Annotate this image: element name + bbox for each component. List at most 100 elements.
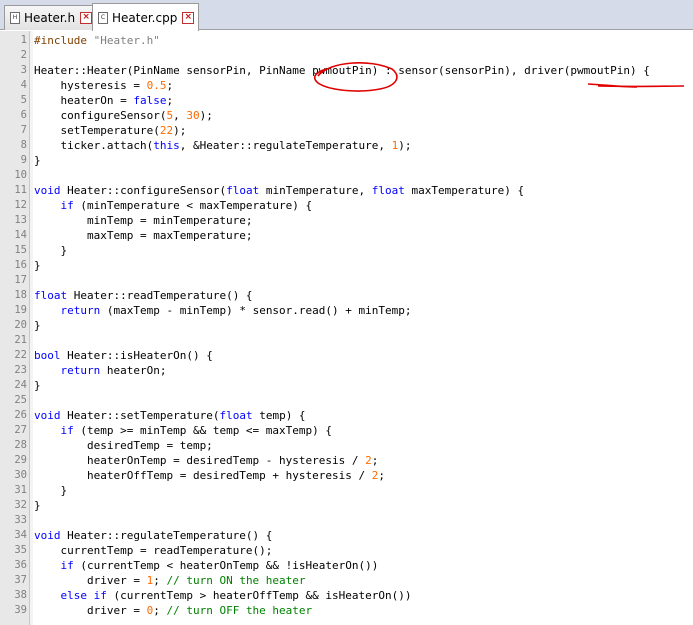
code-text: return heaterOn; [34,363,167,378]
code-line: 35 currentTemp = readTemperature(); [0,543,693,558]
code-line: 17 [0,273,693,288]
code-text: void Heater::configureSensor(float minTe… [34,183,524,198]
code-token: currentTemp = readTemperature(); [34,544,273,557]
code-line: 24} [0,378,693,393]
line-number: 11 [14,184,27,196]
code-token: maxTemperature) { [404,184,525,197]
code-line: 23 return heaterOn; [0,363,693,378]
code-text: if (currentTemp < heaterOnTemp && !isHea… [34,558,379,573]
code-token: } [34,379,41,392]
code-line: 9} [0,153,693,168]
code-line: 32} [0,498,693,513]
code-text: setTemperature(22); [34,123,186,138]
code-line: 39 driver = 0; // turn OFF the heater [0,603,693,618]
code-text: heaterOnTemp = desiredTemp - hysteresis … [34,453,378,468]
line-number: 9 [20,154,27,166]
tab-label: Heater.h [24,11,76,25]
line-number: 31 [14,484,27,496]
code-text: else if (currentTemp > heaterOffTemp && … [34,588,412,603]
code-token: bool [34,349,61,362]
close-icon[interactable]: × [80,12,93,24]
code-line: 28 desiredTemp = temp; [0,438,693,453]
code-token: float [34,289,68,302]
code-line: 22 bool Heater::isHeaterOn() { [0,348,693,363]
code-token: (currentTemp < heaterOnTemp && !isHeater… [73,559,379,572]
close-icon[interactable]: × [182,11,195,24]
line-number: 24 [14,379,27,391]
code-token: } [34,319,41,332]
code-token: ; [378,469,386,482]
code-token: heaterOn; [100,364,167,377]
line-number: 37 [14,574,27,586]
line-number: 2 [20,49,27,61]
line-number: 28 [14,439,27,451]
line-number: 17 [14,274,27,286]
code-line: 7 setTemperature(22); [0,123,693,138]
code-token: 22 [159,124,174,137]
line-number: 30 [14,469,27,481]
code-line: 33 [0,513,693,528]
code-text: bool Heater::isHeaterOn() { [34,348,213,363]
code-token: ); [173,124,187,137]
code-token: } [34,259,41,272]
code-token: ; [166,94,174,107]
code-token: void [34,409,61,422]
code-line: 18 float Heater::readTemperature() { [0,288,693,303]
code-token: minTemp = minTemperature; [34,214,253,227]
code-line: 25 [0,393,693,408]
code-token: Heater::regulateTemperature() { [60,529,273,542]
code-token: desiredTemp = temp; [34,439,213,452]
code-token: if [60,559,74,572]
code-token: float [371,184,405,197]
code-token: ); [199,109,213,122]
code-token: (maxTemp - minTemp) * sensor.read() + mi… [100,304,412,317]
code-line: 4 hysteresis = 0.5; [0,78,693,93]
code-line: 20} [0,318,693,333]
line-number: 4 [20,79,27,91]
code-text: if (temp >= minTemp && temp <= maxTemp) … [34,423,333,438]
code-token: ticker.attach( [34,139,154,152]
code-line: 16} [0,258,693,273]
code-line: 5 heaterOn = false; [0,93,693,108]
line-number: 12 [14,199,27,211]
code-text: Heater::Heater(PinName sensorPin, PinNam… [34,63,650,78]
code-token: ); [398,139,412,152]
code-line: 27 if (temp >= minTemp && temp <= maxTem… [0,423,693,438]
line-number: 1 [20,34,27,46]
tab-heater-h[interactable]: H Heater.h × [4,5,98,30]
code-text: } [34,153,41,168]
code-token: float [219,409,253,422]
line-number: 34 [14,529,27,541]
code-line: 6 configureSensor(5, 30); [0,108,693,123]
code-token: } [34,154,41,167]
code-token: minTemperature, [259,184,372,197]
code-line: 21 [0,333,693,348]
code-line: 19 return (maxTemp - minTemp) * sensor.r… [0,303,693,318]
code-token: if [60,199,74,212]
code-line: 14 maxTemp = maxTemperature; [0,228,693,243]
code-token: Heater::configureSensor( [60,184,227,197]
code-line: 3 Heater::Heater(PinName sensorPin, PinNa… [0,63,693,78]
code-line: 29 heaterOnTemp = desiredTemp - hysteres… [0,453,693,468]
line-number: 32 [14,499,27,511]
code-text: } [34,318,41,333]
line-number: 35 [14,544,27,556]
code-text: currentTemp = readTemperature(); [34,543,272,558]
code-line: 2 [0,48,693,63]
code-token: , [173,109,187,122]
code-token: "Heater.h" [93,34,160,47]
tab-heater-cpp[interactable]: C Heater.cpp × [92,3,200,31]
code-text: float Heater::readTemperature() { [34,288,253,303]
code-editor[interactable]: 1 #include "Heater.h" 2 3 Heater::Heater(Pin… [0,31,693,625]
code-token: else if [60,589,107,602]
code-token: void [34,529,61,542]
line-number: 23 [14,364,27,376]
code-token: heaterOnTemp = desiredTemp - hysteresis … [34,454,366,467]
line-number: 25 [14,394,27,406]
code-line: 38 else if (currentTemp > heaterOffTemp … [0,588,693,603]
code-token: ; [153,604,167,617]
code-text: void Heater::regulateTemperature() { [34,528,272,543]
code-line: 31 } [0,483,693,498]
